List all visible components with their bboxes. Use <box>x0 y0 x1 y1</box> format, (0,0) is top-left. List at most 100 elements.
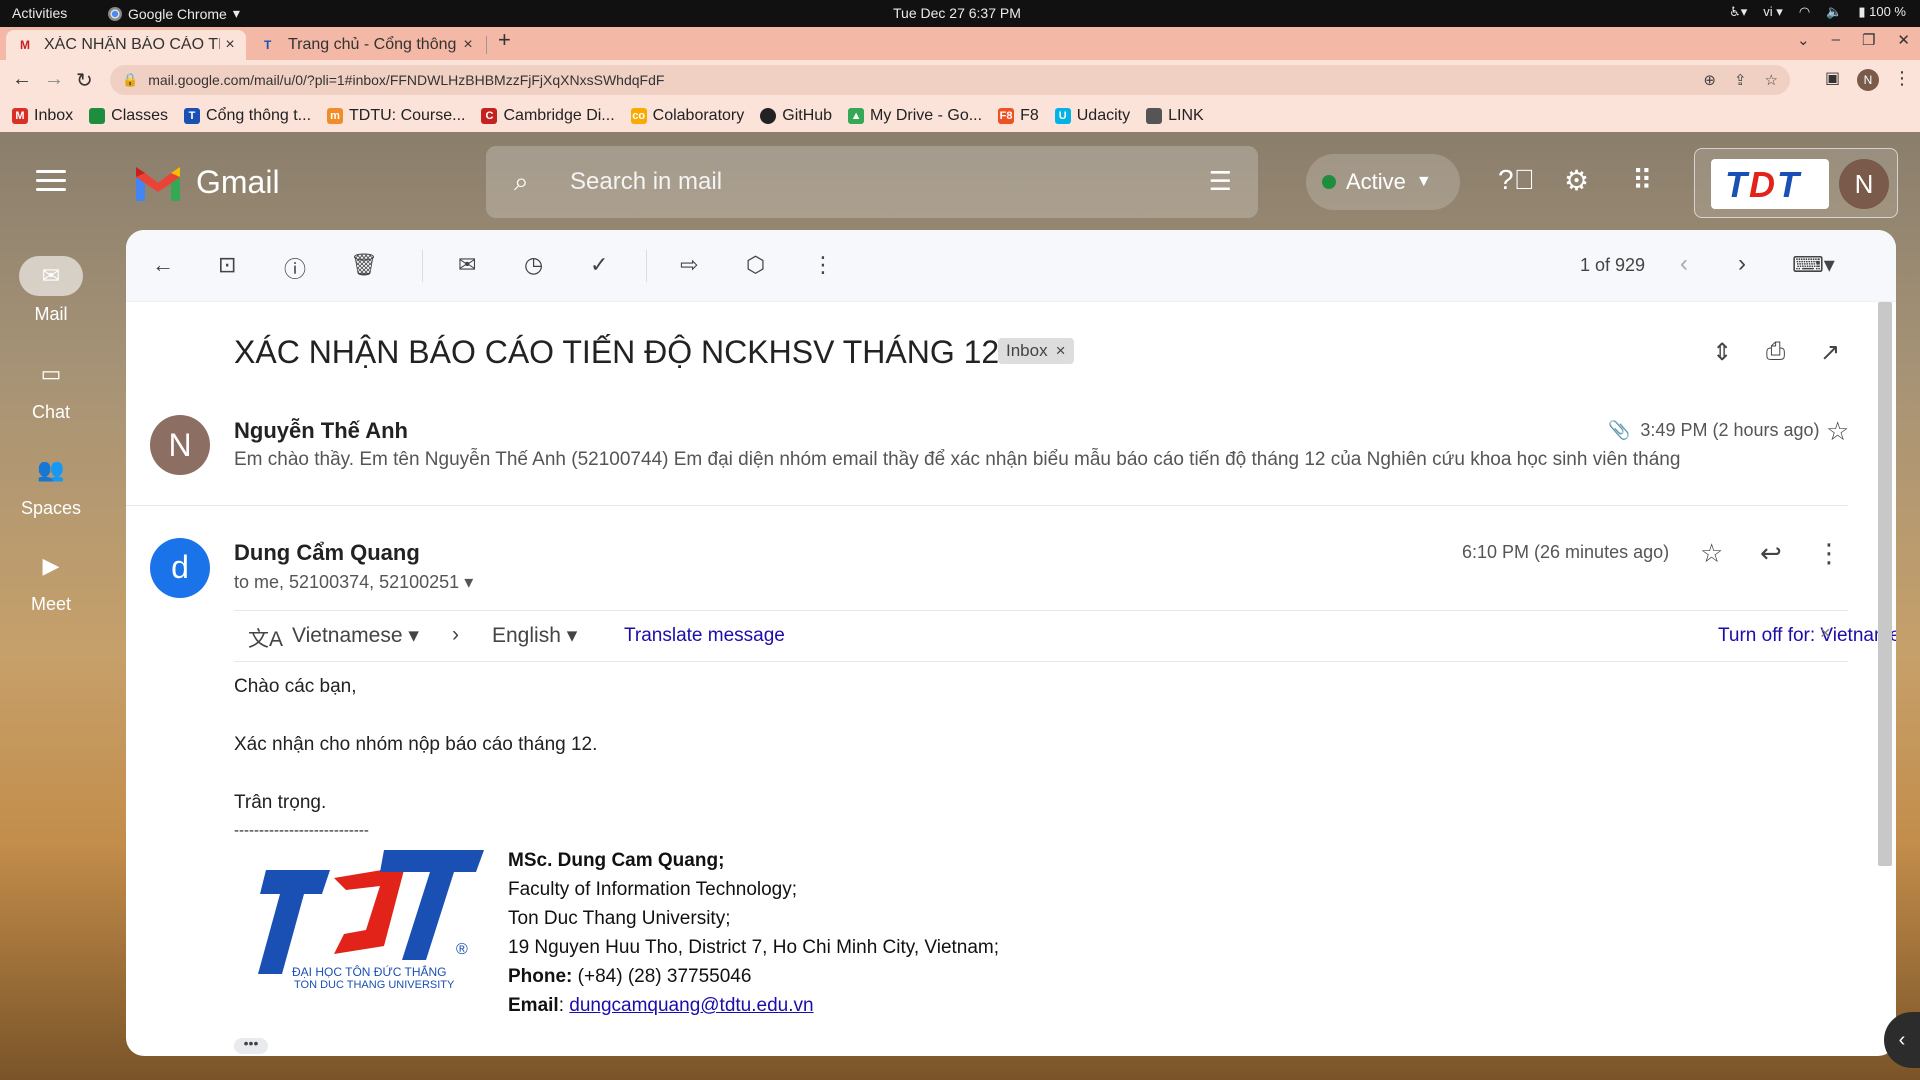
status-dropdown[interactable]: Active ▼ <box>1306 154 1460 210</box>
bookmark-colab[interactable]: co Colaboratory <box>630 107 744 125</box>
bookmark-udacity[interactable]: U Udacity <box>1054 107 1130 125</box>
system-tray[interactable]: ♿▾ vi ▾ ◠ 🔈 ▮ 100 % <box>1729 4 1906 20</box>
gmail-icon: M <box>20 38 30 52</box>
star-icon[interactable]: ☆ <box>1826 416 1849 447</box>
move-to-icon[interactable]: ⇨ <box>680 252 698 278</box>
chevron-down-icon[interactable]: ⌄ <box>1797 31 1810 49</box>
recipients-dropdown[interactable]: to me, 52100374, 52100251 ▾ <box>234 572 473 593</box>
rail-spaces[interactable]: 👥 Spaces <box>0 450 102 519</box>
chevron-right-icon: › <box>452 623 459 646</box>
signature-phone: Phone: (+84) (28) 37755046 <box>508 966 751 988</box>
show-trimmed-content-button[interactable]: ••• <box>234 1036 268 1054</box>
bookmark-f8[interactable]: F8 F8 <box>998 107 1039 125</box>
sender-name[interactable]: Dung Cẩm Quang <box>234 540 420 566</box>
avatar[interactable]: N <box>1839 159 1889 209</box>
account-switcher[interactable]: T D T N <box>1694 148 1898 218</box>
scrollbar[interactable] <box>1878 302 1892 866</box>
rail-label: Spaces <box>20 498 82 518</box>
profile-avatar[interactable]: N <box>1857 69 1879 91</box>
close-icon[interactable]: × <box>220 36 240 54</box>
toolbar-divider <box>422 250 423 282</box>
add-task-icon[interactable]: ✓ <box>590 252 608 278</box>
tab-gmail[interactable]: M XÁC NHẬN BÁO CÁO TI × <box>6 30 246 60</box>
bookmark-inbox[interactable]: M Inbox <box>12 107 73 125</box>
bookmark-tdtu-course[interactable]: m TDTU: Course... <box>327 107 465 125</box>
rail-mail[interactable]: ✉ Mail <box>0 256 102 325</box>
lock-icon[interactable]: 🔒 <box>122 72 138 88</box>
reply-icon[interactable]: ↩ <box>1760 538 1782 569</box>
bookmark-my-drive[interactable]: ▲ My Drive - Go... <box>848 107 982 125</box>
turn-off-translation-link[interactable]: Turn off for: Vietnamese <box>1718 625 1896 647</box>
install-icon[interactable]: ⊕ <box>1703 71 1716 89</box>
activities-button[interactable]: Activities <box>12 5 67 21</box>
bookmark-cambridge[interactable]: C Cambridge Di... <box>481 107 615 125</box>
translate-message-link[interactable]: Translate message <box>624 625 785 647</box>
share-icon[interactable]: ⇪ <box>1734 71 1747 89</box>
battery-status: ▮ 100 % <box>1858 4 1906 19</box>
bookmark-link-folder[interactable]: LINK <box>1146 107 1204 125</box>
label-icon[interactable]: ⬡ <box>746 252 765 278</box>
archive-icon[interactable]: ⊡ <box>218 252 236 278</box>
gmail-icon: M <box>12 108 28 124</box>
search-icon[interactable]: ⌕ <box>514 166 529 198</box>
bookmark-star-icon[interactable]: ☆ <box>1765 71 1778 89</box>
email-link[interactable]: dungcamquang@tdtu.edu.vn <box>569 995 813 1016</box>
newer-chevron-icon[interactable]: ‹ <box>1680 250 1688 278</box>
more-options-icon[interactable]: ⋮ <box>1816 538 1842 569</box>
mark-unread-icon[interactable]: ✉ <box>458 252 476 278</box>
back-arrow-icon[interactable]: ← <box>152 252 174 278</box>
close-icon[interactable]: × <box>458 36 478 54</box>
bookmark-github[interactable]: GitHub <box>760 107 832 125</box>
clock[interactable]: Tue Dec 27 6:37 PM <box>893 5 1021 21</box>
source-language-dropdown[interactable]: Vietnamese ▾ <box>292 623 419 648</box>
snooze-icon[interactable]: ◷ <box>524 252 543 278</box>
app-menu[interactable]: Google Chrome ▾ <box>108 5 240 22</box>
forward-button[interactable]: → <box>44 68 64 91</box>
search-input[interactable] <box>570 164 1130 200</box>
apps-grid-icon[interactable]: ⠿ <box>1632 164 1653 197</box>
label-text: Inbox <box>1006 341 1048 360</box>
tab-tdtu-portal[interactable]: T Trang chủ - Cổng thông × <box>250 30 484 60</box>
remove-label-icon[interactable]: × <box>1056 341 1066 361</box>
rail-chat[interactable]: ▭ Chat <box>0 354 102 423</box>
main-menu-icon[interactable] <box>36 170 66 197</box>
tab-title: XÁC NHẬN BÁO CÁO TI <box>44 36 220 53</box>
input-tools-icon[interactable]: ⌨▾ <box>1792 252 1835 278</box>
help-icon[interactable]: ?⃝ <box>1498 164 1535 196</box>
sender-name[interactable]: Nguyễn Thế Anh <box>234 418 408 444</box>
message-snippet[interactable]: Em chào thầy. Em tên Nguyễn Thế Anh (521… <box>234 449 1680 471</box>
bookmark-cong-thong-tin[interactable]: T Cổng thông t... <box>184 107 311 125</box>
close-icon[interactable]: × <box>1820 623 1831 644</box>
search-bar[interactable]: ⌕ ☰ <box>486 146 1258 218</box>
back-button[interactable]: ← <box>12 68 32 91</box>
avatar[interactable]: d <box>150 538 210 598</box>
input-language[interactable]: vi ▾ <box>1763 4 1783 20</box>
restore-button[interactable]: ❐ <box>1862 31 1875 49</box>
expand-all-icon[interactable]: ⇕ <box>1712 338 1732 367</box>
gear-icon[interactable]: ⚙ <box>1564 164 1589 197</box>
inbox-label-chip[interactable]: Inbox × <box>998 338 1074 364</box>
more-options-icon[interactable]: ⋮ <box>812 252 834 278</box>
address-bar[interactable]: 🔒 mail.google.com/mail/u/0/?pli=1#inbox/… <box>110 65 1790 95</box>
reload-button[interactable]: ↻ <box>76 68 93 93</box>
minimize-button[interactable]: – <box>1832 31 1840 49</box>
delete-icon[interactable]: 🗑 <box>350 252 378 278</box>
status-label: Active <box>1346 169 1406 194</box>
avatar[interactable]: N <box>150 415 210 475</box>
side-panel-icon[interactable]: ▣ <box>1825 68 1840 88</box>
report-spam-icon[interactable]: ⓘ <box>284 252 306 284</box>
gmail-logo[interactable]: Gmail <box>134 164 280 201</box>
target-language-dropdown[interactable]: English ▾ <box>492 623 577 648</box>
open-new-window-icon[interactable]: ↗ <box>1820 338 1840 367</box>
close-window-button[interactable]: ✕ <box>1897 31 1910 49</box>
kebab-menu-icon[interactable]: ⋮ <box>1893 68 1911 89</box>
star-icon[interactable]: ☆ <box>1700 538 1723 569</box>
search-options-icon[interactable]: ☰ <box>1209 166 1232 197</box>
print-icon[interactable]: ⎙ <box>1766 338 1785 366</box>
rail-meet[interactable]: ▶ Meet <box>0 546 102 615</box>
new-tab-button[interactable]: + <box>498 27 511 53</box>
bookmark-classes[interactable]: Classes <box>89 107 168 125</box>
classroom-icon <box>89 108 106 124</box>
older-chevron-icon[interactable]: › <box>1738 250 1746 278</box>
accessibility-icon[interactable]: ♿▾ <box>1729 4 1747 20</box>
